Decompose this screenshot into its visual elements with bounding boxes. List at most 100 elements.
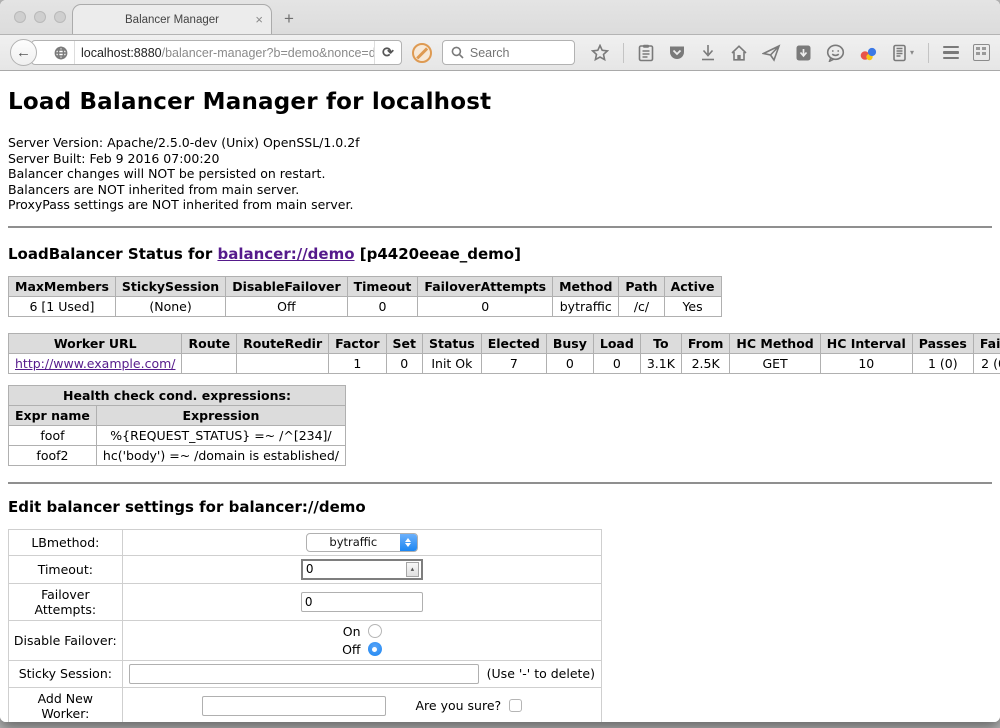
url-bar[interactable]: localhost:8880/balancer-manager?b=demo&n… [31,40,402,65]
worker-table-cell: 3.1K [640,353,681,373]
worker-table-cell: GET [730,353,820,373]
screengrab-addon-icon[interactable] [973,44,990,61]
loadbalancer-status-heading: LoadBalancer Status for balancer://demo … [8,245,992,263]
url-path: /balancer-manager?b=demo&nonce=decc37be-… [162,46,375,60]
health-table-title: Health check cond. expressions: [9,385,346,405]
number-spinner-icon[interactable]: ▴ [406,562,419,577]
balancer-table-cell: 0 [418,296,553,316]
search-input[interactable] [470,46,560,60]
worker-table-cell: 1 [329,353,386,373]
worker-table-cell: 1 (0) [912,353,973,373]
failover-attempts-label: Failover Attempts: [9,583,123,620]
health-table-header: Expr name [9,405,97,425]
server-info-line: Balancers are NOT inherited from main se… [8,182,992,198]
edit-settings-heading: Edit balancer settings for balancer://de… [8,498,992,516]
disable-failover-label: Disable Failover: [9,620,123,660]
balancer-table-header: MaxMembers [9,276,116,296]
divider [8,226,992,228]
sidebar-addon-icon[interactable] [892,44,907,62]
server-info-line: ProxyPass settings are NOT inherited fro… [8,197,992,213]
send-page-icon[interactable] [762,44,781,62]
save-to-pocket-icon[interactable] [795,44,812,62]
failover-off-radio[interactable] [368,642,382,656]
home-icon[interactable] [730,44,748,62]
balancer-table-header: StickySession [115,276,225,296]
page-title: Load Balancer Manager for localhost [8,89,992,115]
add-worker-input[interactable] [202,696,386,716]
url-text[interactable]: localhost:8880/balancer-manager?b=demo&n… [75,46,374,60]
content-blocked-icon[interactable] [412,43,432,63]
tab-balancer-manager[interactable]: Balancer Manager × [72,4,272,34]
new-tab-button[interactable]: + [284,9,294,29]
server-info-line: Server Version: Apache/2.5.0-dev (Unix) … [8,135,992,151]
toolbar-icons: ▾ [591,43,990,63]
balancer-table-cell: /c/ [619,296,664,316]
minimize-window-button[interactable] [34,11,46,23]
divider-2 [8,482,992,484]
worker-table-header: Factor [329,333,386,353]
back-button[interactable]: ← [10,39,37,66]
balancer-table-header: Active [664,276,721,296]
chevron-down-icon[interactable]: ▾ [910,48,914,57]
colorful-addon-icon[interactable] [859,44,878,62]
worker-table-cell [182,353,237,373]
are-you-sure-checkbox[interactable] [509,699,522,712]
reload-button[interactable]: ⟳ [374,41,401,64]
pocket-icon[interactable] [668,44,686,62]
downloads-icon[interactable] [700,44,716,62]
worker-table-header: Elected [481,333,546,353]
page-content: Load Balancer Manager for localhost Serv… [0,71,1000,722]
reading-list-icon[interactable] [638,44,654,62]
worker-table-cell: 2.5K [681,353,730,373]
site-identity[interactable] [48,41,75,64]
lbmethod-label: LBmethod: [9,529,123,555]
health-table-body: foof %{REQUEST_STATUS} =~ /^[234]/ foof2… [9,425,346,465]
health-table-title-row: Health check cond. expressions: [9,385,346,405]
worker-table-header: Set [386,333,422,353]
bookmark-star-icon[interactable] [591,44,609,62]
menu-button[interactable] [943,46,959,60]
health-table-header-row: Expr nameExpression [9,405,346,425]
timeout-input[interactable]: 0 ▴ [301,559,423,580]
failover-on-radio[interactable] [368,624,382,638]
balancer-table-cell: Off [226,296,347,316]
tab-close-icon[interactable]: × [255,12,263,27]
close-window-button[interactable] [14,11,26,23]
worker-table-header: HC Interval [820,333,912,353]
search-bar[interactable] [442,40,575,65]
failover-attempts-input[interactable] [301,592,423,612]
balancer-table-row: 6 [1 Used](None)Off00bytraffic/c/Yes [9,296,722,316]
balancer-table-header: Path [619,276,664,296]
toolbar-separator [623,43,624,63]
worker-table-header: HC Method [730,333,820,353]
server-info-line: Balancer changes will NOT be persisted o… [8,166,992,182]
balancer-table-header: Method [553,276,619,296]
lbmethod-selected-value: bytraffic [307,534,400,551]
worker-table-cell: 0 [546,353,593,373]
lbmethod-select[interactable]: bytraffic [306,533,418,552]
sticky-session-input[interactable] [129,664,479,684]
edit-balancer-form: LBmethod: bytraffic Timeout: 0 ▴ [8,529,602,722]
browser-window: Balancer Manager × + ← localhost:8880/ba… [0,0,1000,722]
window-controls[interactable] [14,11,66,23]
expression-cell: %{REQUEST_STATUS} =~ /^[234]/ [96,425,345,445]
balancer-demo-link[interactable]: balancer://demo [217,245,354,263]
timeout-label: Timeout: [9,555,123,583]
balancer-table-header: DisableFailover [226,276,347,296]
server-info: Server Version: Apache/2.5.0-dev (Unix) … [8,135,992,213]
worker-table-cell: 7 [481,353,546,373]
worker-url-link[interactable]: http://www.example.com/ [15,356,175,371]
worker-table: Worker URLRouteRouteRedirFactorSetStatus… [8,333,1000,374]
worker-table-header: Fails [973,333,1000,353]
health-table-row: foof2 hc('body') =~ /domain is establish… [9,445,346,465]
tab-strip: Balancer Manager × + [0,0,1000,35]
lbmethod-row: LBmethod: bytraffic [9,529,602,555]
add-worker-row: Add New Worker: Are you sure? [9,687,602,722]
worker-table-header: From [681,333,730,353]
timeout-row: Timeout: 0 ▴ [9,555,602,583]
expr-name-cell: foof [9,425,97,445]
zoom-window-button[interactable] [54,11,66,23]
hello-chat-icon[interactable] [826,44,845,62]
worker-table-header: Route [182,333,237,353]
balancer-table-cell: Yes [664,296,721,316]
